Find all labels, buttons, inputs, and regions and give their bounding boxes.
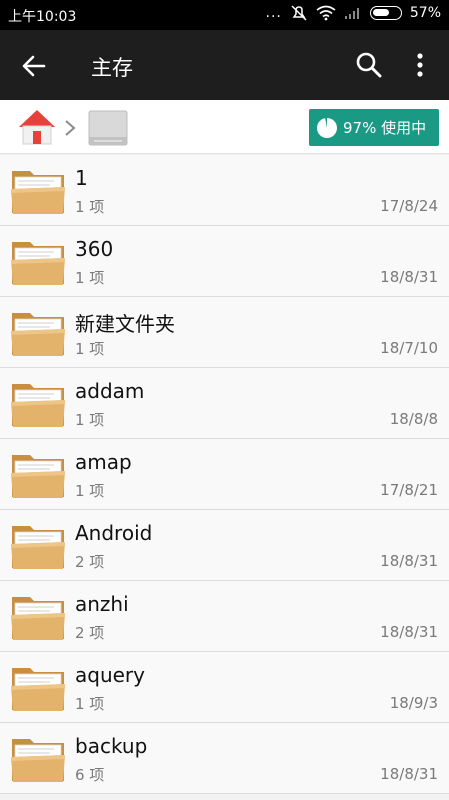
cellular-signal-icon [344,8,359,19]
pie-chart-icon [317,117,337,138]
list-item[interactable]: aquery 1 项 18/9/3 [0,652,449,723]
folder-icon [11,242,65,285]
status-time: 上午10:03 [8,9,77,25]
file-list: 1 1 项 17/8/24 360 1 项 18/8/31 新建文件夹 1 项 18/7/10 a… [0,155,449,794]
more-vertical-icon[interactable] [410,50,430,80]
modified-date: 18/8/31 [380,765,438,783]
modified-date: 18/8/8 [389,410,438,428]
item-count: 2 项 [75,624,105,642]
folder-name: 1 [75,166,88,190]
chevron-right-icon [65,120,76,136]
folder-name: anzhi [75,592,129,616]
list-item[interactable]: 1 1 项 17/8/24 [0,155,449,226]
folder-icon [11,384,65,427]
modified-date: 18/7/10 [380,339,438,357]
modified-date: 18/8/31 [380,552,438,570]
search-icon[interactable] [354,50,384,80]
folder-name: addam [75,379,145,403]
storage-usage-label: 97% 使用中 [343,119,427,137]
storage-usage-button[interactable]: 97% 使用中 [309,109,439,146]
item-count: 1 项 [75,482,105,500]
folder-icon [11,597,65,640]
list-item[interactable]: Android 2 项 18/8/31 [0,510,449,581]
list-item[interactable]: backup 6 项 18/8/31 [0,723,449,794]
modified-date: 17/8/21 [380,481,438,499]
app-toolbar: 主存 [0,30,449,100]
list-item[interactable]: amap 1 项 17/8/21 [0,439,449,510]
battery-icon [369,6,402,20]
folder-icon [11,455,65,498]
folder-name: Android [75,521,153,545]
modified-date: 18/8/31 [380,623,438,641]
arrow-left-icon[interactable] [18,50,50,82]
item-count: 1 项 [75,198,105,216]
list-item[interactable]: 360 1 项 18/8/31 [0,226,449,297]
item-count: 1 项 [75,411,105,429]
folder-name: 新建文件夹 [75,312,175,336]
breadcrumb: 97% 使用中 [0,100,449,154]
folder-icon [11,739,65,782]
item-count: 1 项 [75,695,105,713]
modified-date: 18/9/3 [389,694,438,712]
status-icons: ... 57% [266,5,441,21]
folder-icon [11,313,65,356]
folder-icon [11,526,65,569]
mute-icon [291,5,307,21]
folder-name: 360 [75,237,114,261]
item-count: 1 项 [75,269,105,287]
folder-name: backup [75,734,148,758]
modified-date: 18/8/31 [380,268,438,286]
notification-dots: ... [265,5,282,21]
list-item[interactable]: 新建文件夹 1 项 18/7/10 [0,297,449,368]
folder-icon [11,171,65,214]
item-count: 2 项 [75,553,105,571]
folder-name: aquery [75,663,145,687]
folder-name: amap [75,450,132,474]
modified-date: 17/8/24 [380,197,438,215]
wifi-icon [316,5,336,21]
storage-drive-icon[interactable] [86,108,130,148]
list-item[interactable]: addam 1 项 18/8/8 [0,368,449,439]
item-count: 1 项 [75,340,105,358]
page-title: 主存 [91,56,133,80]
battery-percent: 57% [409,5,441,21]
status-bar: 上午10:03 ... 57% [0,0,449,30]
list-item[interactable]: anzhi 2 项 18/8/31 [0,581,449,652]
home-icon[interactable] [17,107,57,147]
folder-icon [11,668,65,711]
item-count: 6 项 [75,766,105,784]
